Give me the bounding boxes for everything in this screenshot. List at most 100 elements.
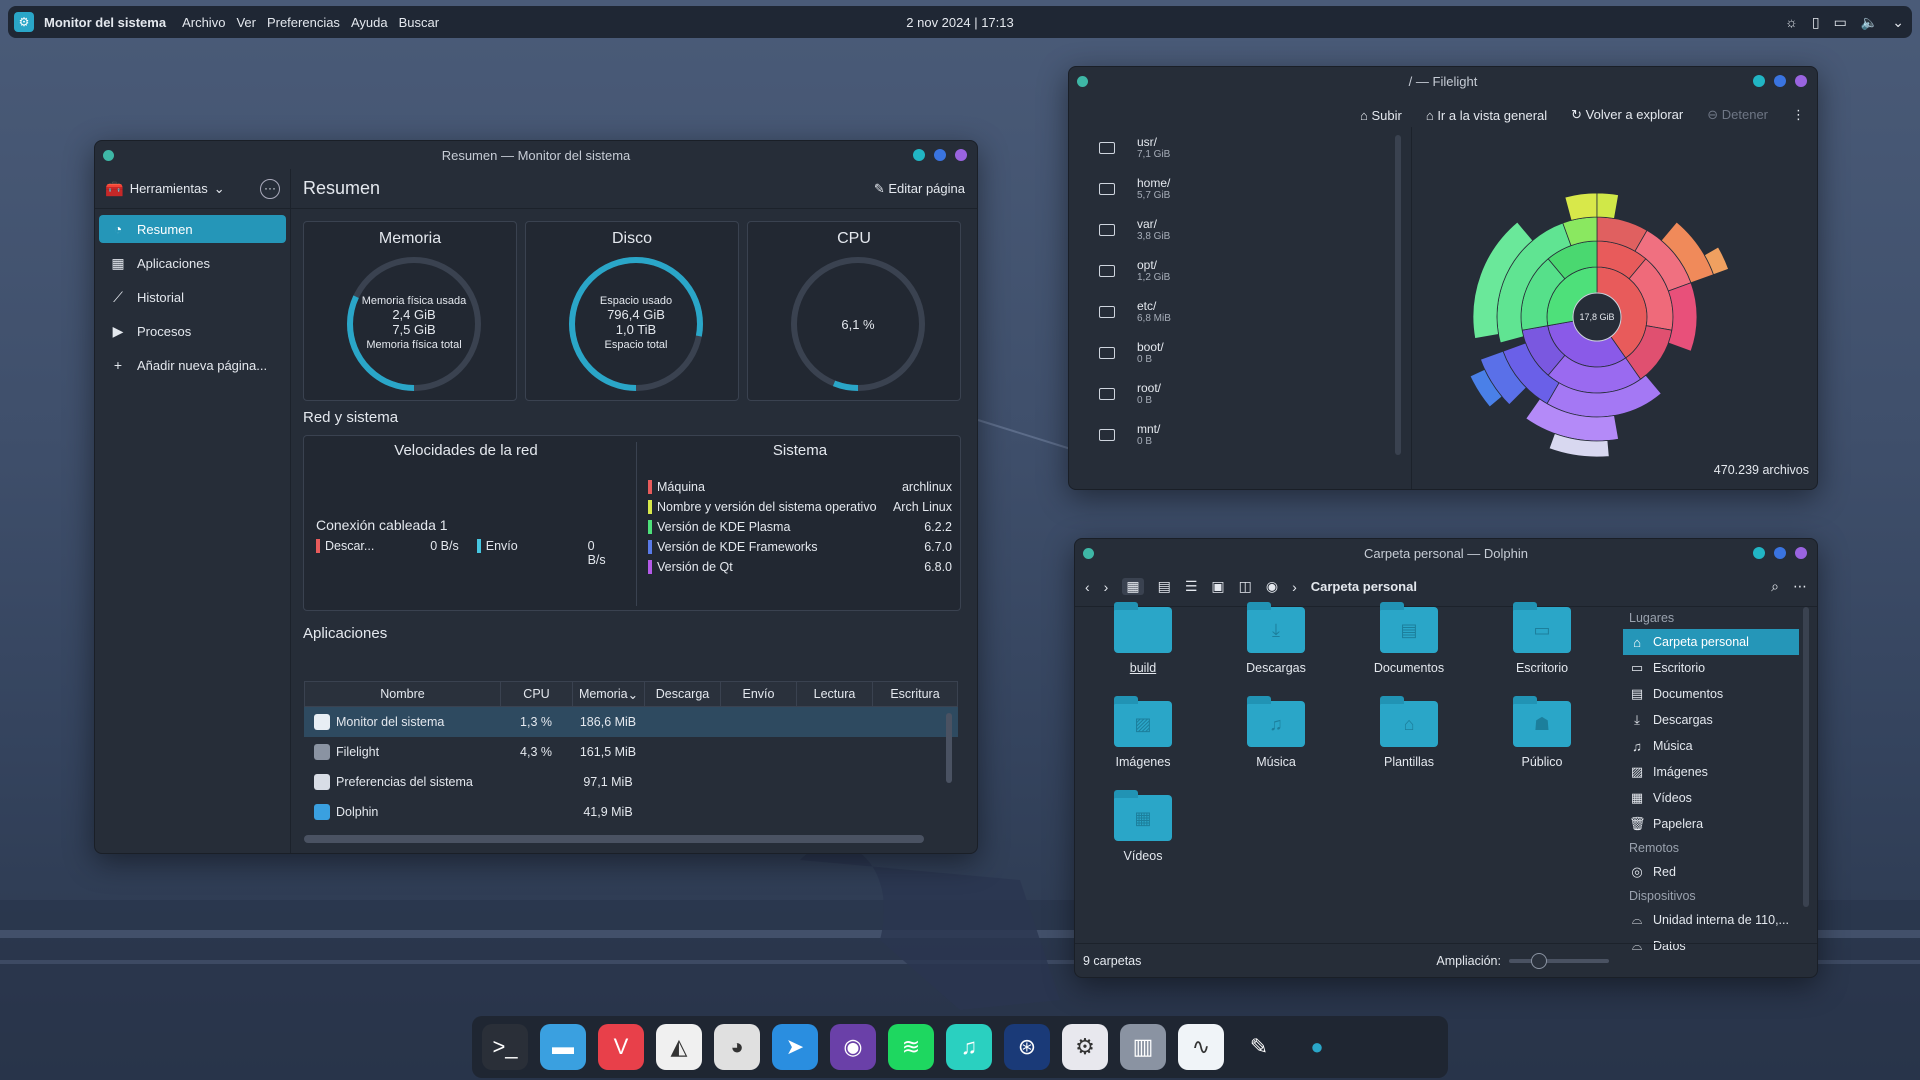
place-item[interactable]: ▦ Vídeos [1623,785,1799,811]
place-item[interactable]: ▨ Imágenes [1623,759,1799,785]
search-icon[interactable]: ⌕ [1771,578,1779,595]
table-row[interactable]: Dolphin 41,9 MiB [304,797,958,827]
col-cpu[interactable]: CPU [501,682,573,706]
eye-icon[interactable]: ◉ [1266,578,1278,595]
more-options-icon[interactable]: ⋯ [1793,578,1807,595]
tor-icon[interactable]: ◉ [830,1024,876,1070]
maximize-button[interactable] [934,149,946,161]
titlebar[interactable]: Resumen — Monitor del sistema [95,141,977,169]
folder-item[interactable]: ⌂ Plantillas [1359,696,1459,769]
col-escritura[interactable]: Escritura [873,682,957,706]
segment[interactable] [1596,192,1619,219]
icons-view-icon[interactable]: ▦ [1122,578,1144,595]
place-item[interactable]: ♫ Música [1623,733,1799,759]
table-scrollbar[interactable] [946,713,952,783]
place-item[interactable]: ▭ Escritorio [1623,655,1799,681]
zoom-slider-handle[interactable] [1531,952,1547,969]
sidebar-item-procesos[interactable]: ▶ Procesos [99,317,286,345]
folder-item[interactable]: ▦ Vídeos [1093,790,1193,863]
battery-icon[interactable]: ▯ [1812,14,1820,31]
maximize-button[interactable] [1774,547,1786,559]
disk-icon[interactable]: ▥ [1120,1024,1166,1070]
go-up-button[interactable]: ⌂ Subir [1360,108,1402,123]
minimize-button[interactable] [913,149,925,161]
folder-item[interactable]: ☗ Público [1492,696,1592,769]
places-scrollbar[interactable] [1803,607,1809,907]
monitor-icon[interactable]: ∿ [1178,1024,1224,1070]
window-menu-button[interactable] [103,150,114,161]
minimize-button[interactable] [1753,75,1765,87]
folder-item[interactable]: ♫ Música [1226,696,1326,769]
music-icon[interactable]: ♫ [946,1024,992,1070]
sidebar-item-resumen[interactable]: ◔ Resumen [99,215,286,243]
menu-preferencias[interactable]: Preferencias [267,15,340,30]
place-item[interactable]: ⌂ Carpeta personal [1623,629,1799,655]
window-menu-button[interactable] [1077,76,1088,87]
more-options-icon[interactable]: ··· [260,178,280,199]
col-descarga[interactable]: Descarga [645,682,721,706]
segment[interactable] [1564,192,1598,221]
folder-list-item[interactable]: boot/0 B [1069,332,1381,373]
inkscape-icon[interactable]: ◭ [656,1024,702,1070]
vivaldi-icon[interactable]: V [598,1024,644,1070]
table-row[interactable]: Preferencias del sistema 97,1 MiB [304,767,958,797]
kdeconnect-icon[interactable]: ➤ [772,1024,818,1070]
menu-archivo[interactable]: Archivo [182,15,225,30]
place-red[interactable]: ◎ Red [1623,859,1799,885]
minimize-button[interactable] [1753,547,1765,559]
kebab-menu-icon[interactable]: ⋮ [1792,107,1805,123]
folder-list-item[interactable]: usr/7,1 GiB [1069,127,1381,168]
col-envio[interactable]: Envío [721,682,797,706]
col-nombre[interactable]: Nombre [305,682,501,706]
folder-list-item[interactable]: home/5,7 GiB [1069,168,1381,209]
app-logo-icon[interactable]: ⚙ [14,12,34,32]
horizontal-scrollbar[interactable] [304,835,924,843]
maximize-button[interactable] [1774,75,1786,87]
terminal-icon[interactable]: >_ [482,1024,528,1070]
stop-button[interactable]: ⊖ Detener [1707,107,1768,123]
window-menu-button[interactable] [1083,548,1094,559]
dot-icon[interactable]: ● [1294,1024,1340,1070]
folder-list-item[interactable]: root/0 B [1069,373,1381,414]
folder-list-item[interactable]: var/3,8 GiB [1069,209,1381,250]
list-scrollbar[interactable] [1395,135,1401,455]
device-internal[interactable]: ⌓ Unidad interna de 110,... [1623,907,1799,933]
menu-buscar[interactable]: Buscar [399,15,439,30]
breadcrumb[interactable]: Carpeta personal [1311,579,1417,594]
split-view-icon[interactable]: ◫ [1239,578,1252,595]
menu-ayuda[interactable]: Ayuda [351,15,388,30]
steam-icon[interactable]: ⊛ [1004,1024,1050,1070]
col-lectura[interactable]: Lectura [797,682,873,706]
volume-icon[interactable]: 🔈 [1861,14,1878,31]
table-row[interactable]: Monitor del sistema 1,3 % 186,6 MiB [304,707,958,737]
edit-page-button[interactable]: ✎ Editar página [874,181,965,197]
place-item[interactable]: ▤ Documentos [1623,681,1799,707]
forward-icon[interactable]: › [1104,579,1109,595]
table-row[interactable]: Filelight 4,3 % 161,5 MiB [304,737,958,767]
compact-view-icon[interactable]: ▤ [1158,578,1171,595]
folder-list-item[interactable]: opt/1,2 GiB [1069,250,1381,291]
titlebar[interactable]: Carpeta personal — Dolphin [1075,539,1817,567]
overview-button[interactable]: ⌂ Ir a la vista general [1426,108,1547,123]
folder-item[interactable]: ▭ Escritorio [1492,602,1592,675]
sidebar-item-add-page[interactable]: + Añadir nueva página... [99,351,286,379]
details-view-icon[interactable]: ☰ [1185,578,1198,595]
place-item[interactable]: 🗑 Papelera [1623,811,1799,837]
folder-item[interactable]: ▨ Imágenes [1093,696,1193,769]
folder-list-item[interactable]: etc/6,8 MiB [1069,291,1381,332]
zoom-slider[interactable] [1509,952,1609,969]
folder-list-item[interactable]: mnt/0 B [1069,414,1381,455]
back-icon[interactable]: ‹ [1085,579,1090,595]
chevron-down-icon[interactable]: ⌄ [1892,14,1904,31]
titlebar[interactable]: / — Filelight [1069,67,1817,95]
tools-menu[interactable]: 🧰 Herramientas ⌄ ··· [95,169,290,209]
rescan-button[interactable]: ↻ Volver a explorar [1571,107,1683,123]
folder-item[interactable]: build [1093,602,1193,675]
folder-item[interactable]: ▤ Documentos [1359,602,1459,675]
notifications-icon[interactable]: ▭ [1834,14,1847,31]
folder-item[interactable]: ⤓ Descargas [1226,602,1326,675]
disk-usage-sunburst[interactable]: 17,8 GiB [1447,167,1747,467]
close-button[interactable] [1795,75,1807,87]
color-picker-icon[interactable]: ✎ [1236,1024,1282,1070]
preview-icon[interactable]: ▣ [1211,578,1224,595]
